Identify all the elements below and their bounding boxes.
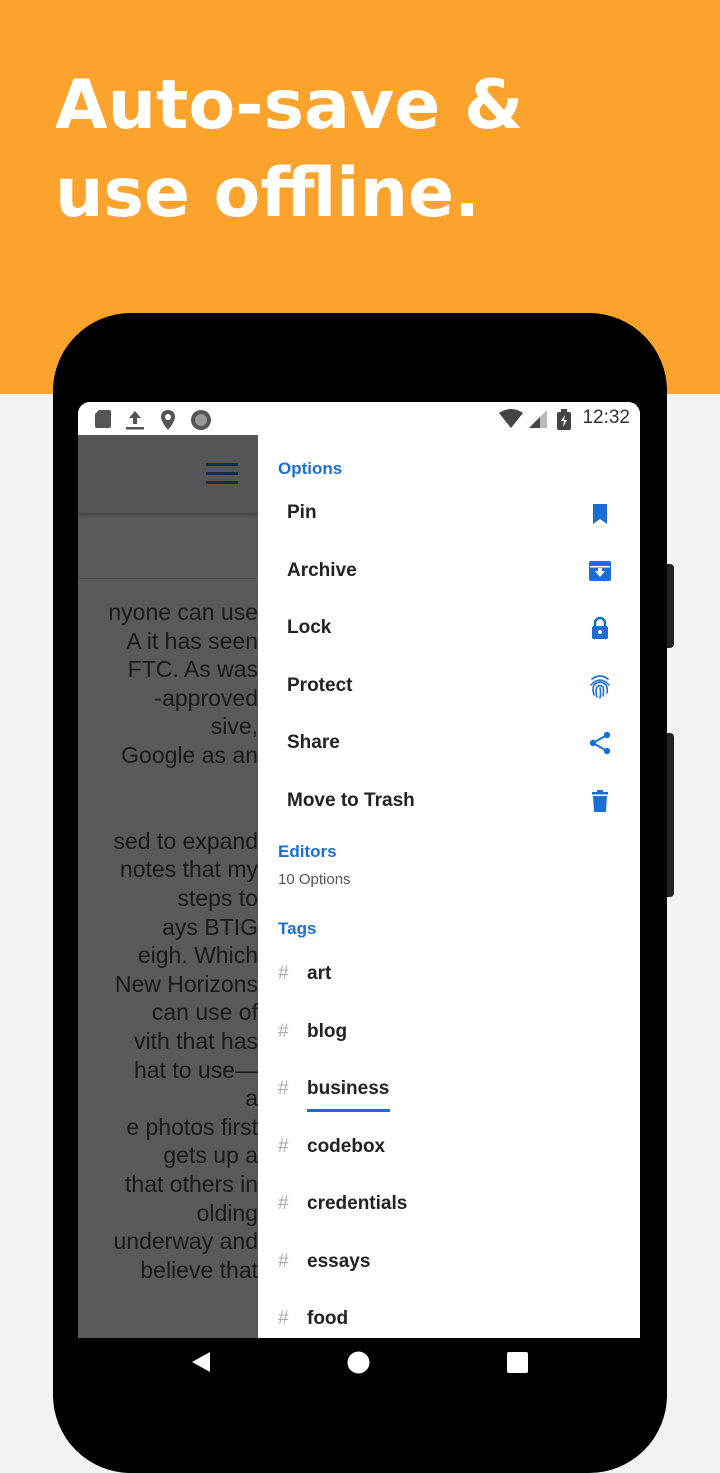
editors-count: 10 Options: [278, 871, 351, 888]
volume-button: [667, 564, 674, 648]
headline: Auto-save & use offline.: [55, 62, 523, 238]
fingerprint-icon: [590, 675, 610, 699]
selected-tag-underline: [307, 1109, 390, 1112]
hash-icon: #: [278, 1135, 289, 1157]
status-bar: 12:32: [78, 402, 640, 435]
headline-line-2: use offline.: [55, 154, 480, 233]
record-icon: [191, 410, 211, 430]
options-section-title: Options: [278, 459, 343, 478]
tag-label: business: [307, 1078, 390, 1099]
tag-label: art: [307, 963, 332, 984]
note-text-line: sed to expand: [113, 827, 258, 854]
home-icon[interactable]: [347, 1351, 370, 1374]
note-text-line: underway and: [113, 1228, 259, 1255]
note-text-line: FTC. As was: [127, 656, 258, 683]
sd-card-icon: [95, 410, 111, 428]
note-text-line: e photos first: [126, 1113, 258, 1140]
note-text-line: that others in: [125, 1171, 258, 1197]
hash-icon: #: [278, 1020, 289, 1042]
note-editor-scrim[interactable]: nyone can use A it has seen FTC. As was -ap…: [78, 435, 258, 1338]
tag-label: credentials: [307, 1193, 408, 1214]
hash-icon: #: [278, 1250, 289, 1272]
upload-icon: [126, 411, 144, 430]
editors-section-title[interactable]: Editors: [278, 842, 337, 862]
battery-icon: [557, 409, 571, 430]
note-text-line: a: [245, 1085, 258, 1112]
option-share-label: Share: [287, 732, 340, 753]
note-text-line: steps to: [177, 885, 258, 911]
share-icon: [589, 731, 611, 755]
note-text-line: believe that: [140, 1256, 258, 1283]
divider: [78, 578, 258, 579]
headline-line-1: Auto-save &: [55, 66, 524, 145]
status-time: 12:32: [582, 407, 630, 428]
option-trash-label: Move to Trash: [287, 790, 415, 811]
note-text-line: Google as an: [121, 742, 258, 768]
note-text-line: -approved: [154, 684, 258, 711]
hash-icon: #: [278, 1193, 289, 1214]
bookmark-icon: [593, 504, 607, 524]
hash-icon: #: [278, 1308, 289, 1329]
trash-icon: [592, 790, 608, 812]
lock-icon: [592, 616, 608, 639]
note-text-line: A it has seen: [126, 627, 258, 654]
option-lock-label: Lock: [287, 617, 332, 638]
tag-label: food: [307, 1308, 349, 1329]
options-drawer: Options Pin Archive Lock Protect Share M…: [258, 435, 640, 1338]
option-pin-label: Pin: [287, 502, 317, 523]
wifi-icon: [499, 409, 523, 428]
navigation-bar: [78, 1338, 640, 1386]
phone-screen: 12:32 nyone can use A it has seen FTC. As …: [78, 402, 640, 1386]
app-bar: [78, 435, 258, 513]
note-text-line: vith that has: [133, 1028, 258, 1054]
signal-icon: [529, 410, 547, 428]
option-archive-label: Archive: [287, 560, 357, 581]
recents-icon[interactable]: [507, 1352, 528, 1373]
note-text-line: New Horizons: [114, 970, 258, 997]
note-text-line: olding: [196, 1199, 258, 1226]
tag-label: blog: [307, 1020, 348, 1042]
tag-label: essays: [307, 1250, 371, 1272]
note-text-line: ays BTIG: [162, 913, 258, 940]
tag-label: codebox: [307, 1135, 386, 1157]
note-text-line: gets up a: [163, 1142, 258, 1169]
hash-icon: #: [278, 963, 289, 984]
note-text-line: sive,: [210, 713, 258, 740]
hash-icon: #: [278, 1078, 289, 1099]
note-text-line: notes that my: [119, 856, 258, 883]
note-text-line: nyone can use: [108, 599, 258, 625]
location-icon: [161, 410, 175, 430]
note-text-line: can use of: [151, 999, 258, 1026]
archive-icon: [589, 561, 611, 581]
option-protect-label: Protect: [287, 675, 353, 696]
tags-section-title: Tags: [278, 919, 317, 938]
note-text-line: hat to use—: [133, 1056, 258, 1083]
note-text-line: eigh. Which: [137, 942, 258, 969]
back-icon[interactable]: [190, 1350, 212, 1374]
power-button: [667, 733, 674, 897]
menu-icon[interactable]: [206, 462, 238, 486]
